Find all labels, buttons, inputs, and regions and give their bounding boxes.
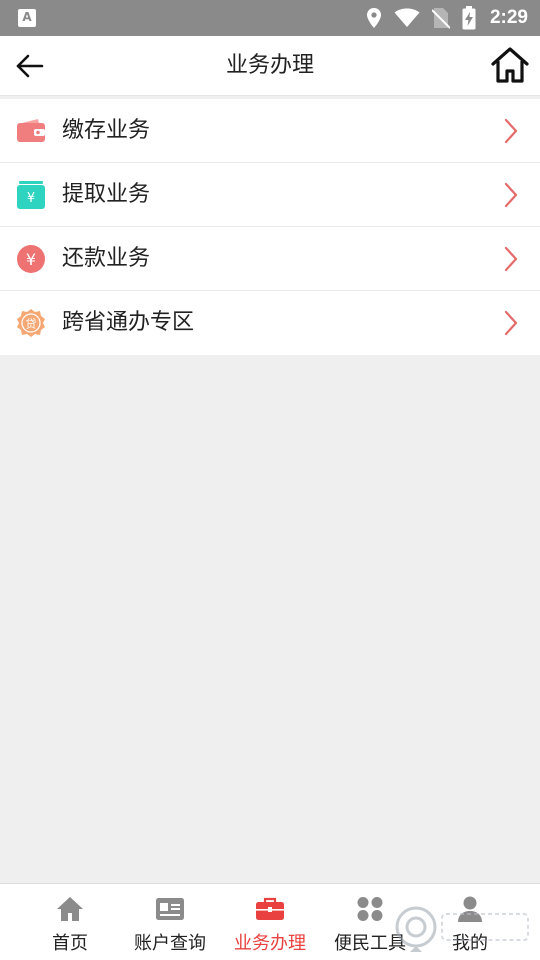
app-bar: 业务办理: [0, 36, 540, 96]
menu-item-withdrawal[interactable]: ¥ 提取业务: [0, 163, 540, 227]
tab-home[interactable]: 首页: [20, 884, 120, 960]
menu-item-label: 缴存业务: [62, 118, 151, 143]
id-card-icon: [156, 898, 184, 920]
menu-item-deposit[interactable]: 缴存业务: [0, 99, 540, 163]
chevron-right-icon: [504, 246, 518, 272]
menu-item-repayment[interactable]: ¥ 还款业务: [0, 227, 540, 291]
chevron-right-icon: [504, 118, 518, 144]
no-sim-icon: [431, 8, 450, 29]
watermark-logo-icon: [395, 906, 529, 952]
page-title: 业务办理: [225, 53, 314, 78]
menu-item-label: 提取业务: [62, 182, 151, 207]
wallet-icon: [17, 119, 45, 142]
tab-business[interactable]: 业务办理: [220, 884, 320, 960]
yen-circle-icon: ¥: [17, 245, 45, 273]
battery-charging-icon: [462, 6, 476, 30]
chevron-right-icon: [504, 182, 518, 208]
business-menu: 缴存业务 ¥ 提取业务 ¥ 还款业务 贷 跨省通办专区: [0, 99, 540, 355]
tab-account-query[interactable]: 账户查询: [120, 884, 220, 960]
grid-icon: [357, 897, 383, 921]
svg-text:贷: 贷: [26, 317, 37, 331]
wifi-icon: [394, 8, 420, 27]
status-icons: 2:29: [366, 0, 528, 36]
home-icon[interactable]: [490, 46, 530, 84]
svg-text:¥: ¥: [27, 191, 35, 206]
status-bar: A 2:29: [0, 0, 540, 36]
menu-item-cross-province[interactable]: 贷 跨省通办专区: [0, 291, 540, 355]
tab-label: 首页: [52, 933, 88, 954]
briefcase-icon: [256, 897, 284, 920]
chevron-right-icon: [504, 310, 518, 336]
app-notification-icon: A: [18, 9, 36, 27]
menu-item-label: 还款业务: [62, 246, 151, 271]
tab-label: 账户查询: [134, 933, 206, 954]
status-time: 2:29: [489, 7, 528, 28]
tab-label: 业务办理: [234, 933, 306, 954]
loan-badge-icon: 贷: [17, 309, 45, 337]
svg-text:¥: ¥: [26, 250, 36, 269]
menu-item-label: 跨省通办专区: [62, 310, 195, 335]
yen-box-icon: ¥: [17, 181, 45, 209]
location-icon: [366, 8, 381, 28]
home-icon: [57, 897, 83, 921]
